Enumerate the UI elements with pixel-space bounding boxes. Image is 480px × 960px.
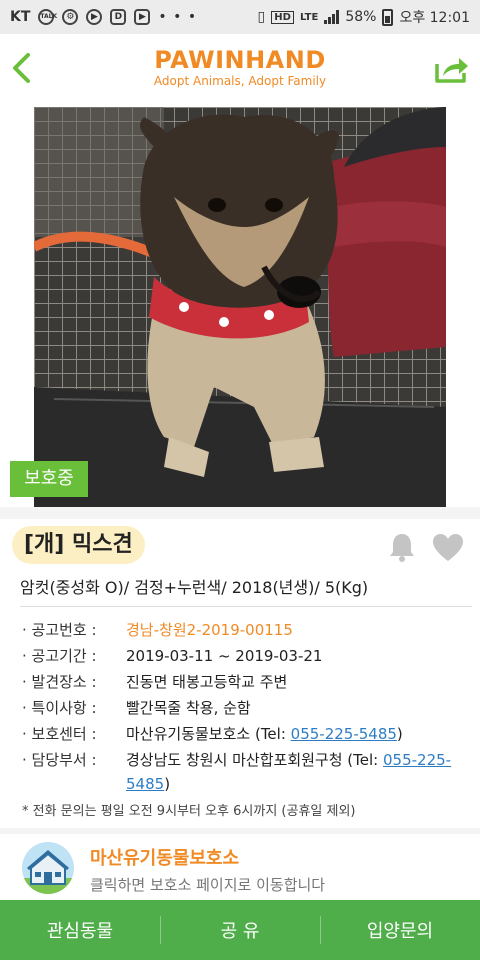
detail-row-found-location: · 발견장소 : 진동면 태봉고등학교 주변 [22,670,472,694]
detail-row-notice-period: · 공고기간 : 2019-03-11 ~ 2019-03-21 [22,644,472,668]
detail-label: · 공고번호 : [22,621,97,639]
shelter-house-icon [22,842,74,894]
favorite-button[interactable] [432,533,464,563]
divider [20,606,472,607]
paren-close: ) [396,725,403,743]
bottom-action-bar: 관심동물 공 유 입양문의 [0,900,480,960]
department-name: 경상남도 창원시 마산합포회원구청 (Tel: [126,751,383,769]
detail-label: · 공고기간 : [22,647,97,665]
share-icon [435,58,468,83]
animal-summary: 암컷(중성화 O)/ 검정+누런색/ 2018(년생)/ 5(Kg) [20,578,369,597]
carrier-label: KT [10,9,31,25]
status-bar: KT TALK ⚙ ▶ D ▶ • • • ▯ HD LTE 58% 오후 12… [0,0,480,34]
detail-label: · 특이사항 : [22,699,97,717]
youtube-icon: ▶ [134,9,151,25]
talk-icon: TALK [38,9,57,25]
notify-button[interactable] [388,532,416,562]
shelter-name: 마산유기동물보호소 (Tel: [126,725,291,743]
dog-photo-illustration [34,107,446,507]
animal-photo[interactable] [34,107,446,507]
animal-title: [개] 믹스견 [12,526,145,564]
lte-icon: LTE [299,11,319,23]
detail-list: · 공고번호 : 경남-창원2-2019-00115 · 공고기간 : 2019… [22,618,472,798]
battery-percent: 58% [345,9,377,25]
detail-row-department: · 담당부서 : 경상남도 창원시 마산합포회원구청 (Tel: 055-225… [22,748,472,796]
share-button[interactable] [434,54,470,84]
heart-icon [433,534,463,561]
adopt-inquiry-button[interactable]: 입양문의 [320,900,480,960]
detail-label: · 담당부서 : [22,751,97,769]
favorites-button[interactable]: 관심동물 [0,900,160,960]
vibrate-icon: ▯ [257,9,266,25]
notice-number-value: 경남-창원2-2019-00115 [126,621,293,639]
paren-close: ) [164,775,171,793]
detail-label: · 발견장소 : [22,673,97,691]
share-action-button[interactable]: 공 유 [160,900,320,960]
found-location-value: 진동면 태봉고등학교 주변 [126,673,288,691]
detail-row-shelter: · 보호센터 : 마산유기동물보호소 (Tel: 055-225-5485) [22,722,472,746]
department-value: 경상남도 창원시 마산합포회원구청 (Tel: 055-225-5485) [126,748,472,796]
media-notification-icon: ▶ [86,9,103,25]
app-notification-icon: D [110,9,127,25]
shelter-link-hint: 클릭하면 보호소 페이지로 이동합니다 [90,876,326,894]
detail-row-special-notes: · 특이사항 : 빨간목줄 착용, 순함 [22,696,472,720]
gear-notification-icon: ⚙ [62,9,79,25]
app-header: PAWINHAND Adopt Animals, Adopt Family [0,34,480,100]
logo-subtitle: Adopt Animals, Adopt Family [153,74,327,88]
status-badge: 보호중 [10,461,88,497]
more-notifications-icon: • • • [158,9,198,25]
app-logo: PAWINHAND Adopt Animals, Adopt Family [0,46,480,88]
phone-hours-note: * 전화 문의는 평일 오전 9시부터 오후 6시까지 (공휴일 제외) [22,804,356,819]
shelter-phone-link[interactable]: 055-225-5485 [291,725,397,743]
detail-label: · 보호센터 : [22,725,97,743]
shelter-value: 마산유기동물보호소 (Tel: 055-225-5485) [126,722,472,746]
shelter-name-link: 마산유기동물보호소 [90,848,240,869]
special-notes-value: 빨간목줄 착용, 순함 [126,699,251,717]
clock: 오후 12:01 [399,10,470,26]
logo-title: PAWINHAND [154,46,326,74]
battery-icon [382,8,394,26]
signal-icon [324,10,340,24]
section-divider [0,507,480,519]
bell-icon [390,534,414,562]
app-screen: KT TALK ⚙ ▶ D ▶ • • • ▯ HD LTE 58% 오후 12… [0,0,480,960]
notice-period-value: 2019-03-11 ~ 2019-03-21 [126,647,323,665]
shelter-link-card[interactable]: 마산유기동물보호소 클릭하면 보호소 페이지로 이동합니다 [0,834,480,906]
detail-row-notice-number: · 공고번호 : 경남-창원2-2019-00115 [22,618,472,642]
hd-icon: HD [271,10,294,24]
